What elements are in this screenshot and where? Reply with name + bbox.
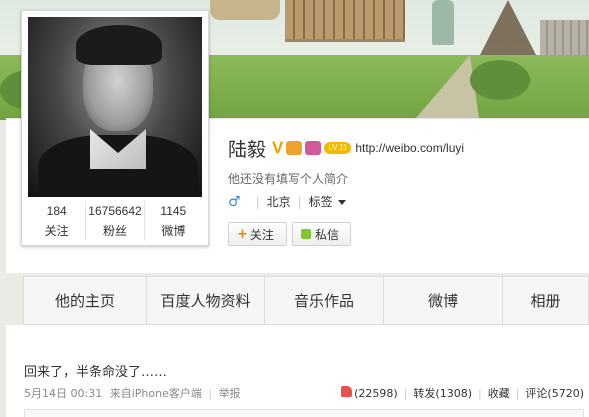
banner-eiffel-tower (480, 0, 536, 55)
follow-label: 关注 (249, 227, 274, 242)
divider: | (297, 194, 302, 209)
chevron-down-icon (337, 200, 346, 205)
divider: | (403, 386, 408, 400)
banner-path (410, 55, 480, 120)
banner-colosseum (285, 0, 405, 42)
stat-value: 1145 (160, 204, 187, 218)
tv-icon[interactable] (305, 141, 322, 155)
member-crown-icon[interactable] (286, 141, 303, 155)
divider: | (208, 387, 213, 400)
location-link[interactable]: 北京 (267, 193, 291, 210)
stat-following[interactable]: 184 关注 (28, 201, 85, 241)
tab-weibo[interactable]: 微博 (383, 277, 502, 324)
level-badge[interactable]: LV.11 (324, 142, 352, 154)
profile-bio: 他还没有填写个人简介 (228, 172, 349, 186)
tab-music[interactable]: 音乐作品 (264, 277, 383, 324)
thumbs-up-icon (341, 386, 353, 397)
stat-posts[interactable]: 1145 微博 (143, 201, 202, 241)
stat-label: 粉丝 (102, 224, 127, 238)
divider: | (515, 386, 520, 400)
repost-button[interactable]: 转发(1308) (413, 385, 472, 401)
post-expansion-box (24, 409, 584, 417)
post-actions: (22598) | 转发(1308) | 收藏 | 评论(5720) (341, 385, 584, 401)
avatar[interactable] (28, 17, 202, 197)
post-meta: 5月14日 00:31 来自iPhone客户端 | 举报 (24, 385, 241, 401)
post-source[interactable]: 来自iPhone客户端 (110, 387, 202, 400)
plus-icon: + (237, 226, 248, 242)
banner-vintage-car (210, 0, 280, 20)
comment-button[interactable]: 评论(5720) (525, 385, 584, 401)
post-text: 回来了，半条命没了…… (24, 365, 168, 380)
profile-tabs: 他的主页 百度人物资料 音乐作品 微博 相册 (23, 276, 589, 325)
avatar-box: 184 关注 16756642 粉丝 1145 微博 (21, 10, 209, 246)
banner-statue (432, 0, 454, 45)
profile-name: 陆毅 (228, 138, 267, 161)
divider: | (255, 194, 260, 209)
message-button[interactable]: 私信 (292, 222, 351, 246)
message-icon (301, 229, 311, 239)
like-count: (22598) (354, 387, 398, 400)
male-icon: ♂ (228, 193, 241, 210)
verified-icon[interactable]: V (272, 138, 283, 158)
tab-album[interactable]: 相册 (502, 277, 588, 324)
profile-stats: 184 关注 16756642 粉丝 1145 微博 (28, 201, 202, 241)
banner-buildings (540, 20, 589, 55)
banner-tree (470, 60, 530, 100)
feed: 回来了，半条命没了…… 5月14日 00:31 来自iPhone客户端 | 举报… (6, 325, 589, 417)
stat-value: 184 (46, 204, 67, 218)
tags-label: 标签 (308, 195, 333, 209)
profile-meta: ♂ | 北京 | 标签 (228, 193, 346, 210)
like-button[interactable]: (22598) (341, 386, 398, 400)
name-row: 陆毅 V LV.11 http://weibo.com/luyi (228, 133, 464, 163)
tab-baidu-profile[interactable]: 百度人物资料 (146, 277, 264, 324)
stat-value: 16756642 (88, 204, 142, 218)
post-date-link[interactable]: 5月14日 00:31 (24, 387, 102, 400)
favorite-button[interactable]: 收藏 (488, 385, 510, 401)
avatar-hair (76, 25, 162, 65)
tags-dropdown[interactable]: 标签 (309, 193, 346, 210)
stat-followers[interactable]: 16756642 粉丝 (85, 201, 143, 241)
message-label: 私信 (315, 227, 340, 242)
divider: | (477, 386, 482, 400)
tab-homepage[interactable]: 他的主页 (24, 277, 146, 324)
stat-label: 微博 (161, 224, 186, 238)
follow-button[interactable]: + 关注 (228, 222, 287, 246)
report-link[interactable]: 举报 (219, 387, 241, 400)
profile-url-link[interactable]: http://weibo.com/luyi (355, 141, 464, 155)
stat-label: 关注 (44, 224, 69, 238)
